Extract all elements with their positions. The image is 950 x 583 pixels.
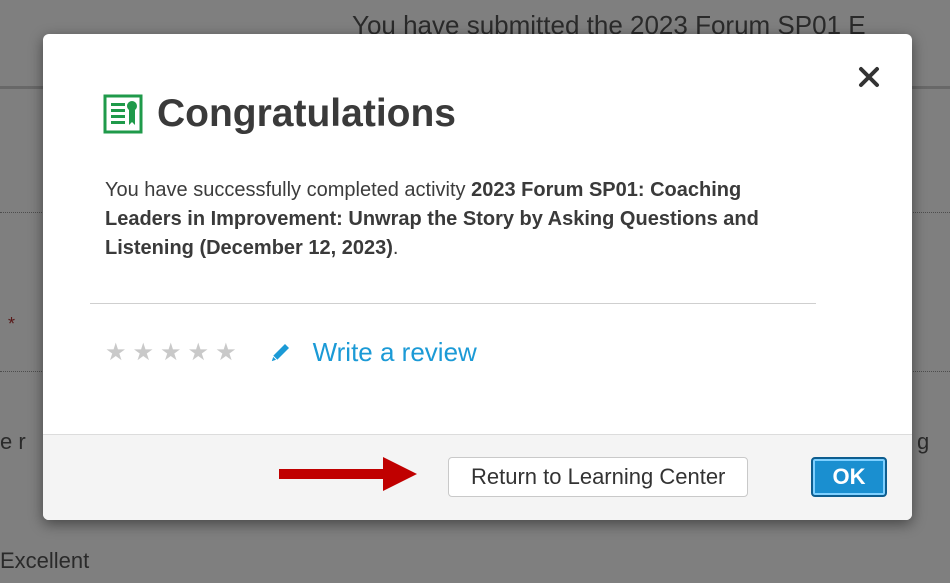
write-review-label: Write a review	[312, 337, 477, 367]
star-rating[interactable]: ★ ★ ★ ★ ★	[105, 339, 237, 367]
return-to-learning-center-button[interactable]: Return to Learning Center	[448, 457, 749, 497]
rating-star[interactable]: ★	[215, 339, 237, 367]
completion-message: You have successfully completed activity…	[105, 176, 815, 263]
rating-row: ★ ★ ★ ★ ★ Write a review	[105, 337, 477, 368]
modal-header: Congratulations	[103, 92, 456, 136]
divider	[90, 303, 816, 304]
ok-button[interactable]: OK	[811, 457, 887, 497]
modal-footer: Return to Learning Center OK	[43, 434, 912, 520]
rating-star[interactable]: ★	[133, 339, 155, 367]
modal-title: Congratulations	[157, 92, 456, 135]
arrow-right-icon	[279, 457, 417, 491]
close-icon	[859, 67, 879, 87]
pencil-icon	[269, 343, 289, 363]
close-button[interactable]	[854, 62, 884, 92]
congratulations-modal: Congratulations You have successfully co…	[43, 34, 912, 520]
rating-star[interactable]: ★	[188, 339, 210, 367]
message-suffix: .	[392, 237, 399, 259]
rating-star[interactable]: ★	[160, 339, 182, 367]
rating-star[interactable]: ★	[105, 339, 127, 367]
certificate-icon	[103, 94, 143, 134]
message-prefix: You have successfully completed activity	[105, 179, 472, 201]
write-review-link[interactable]: Write a review	[267, 337, 477, 368]
